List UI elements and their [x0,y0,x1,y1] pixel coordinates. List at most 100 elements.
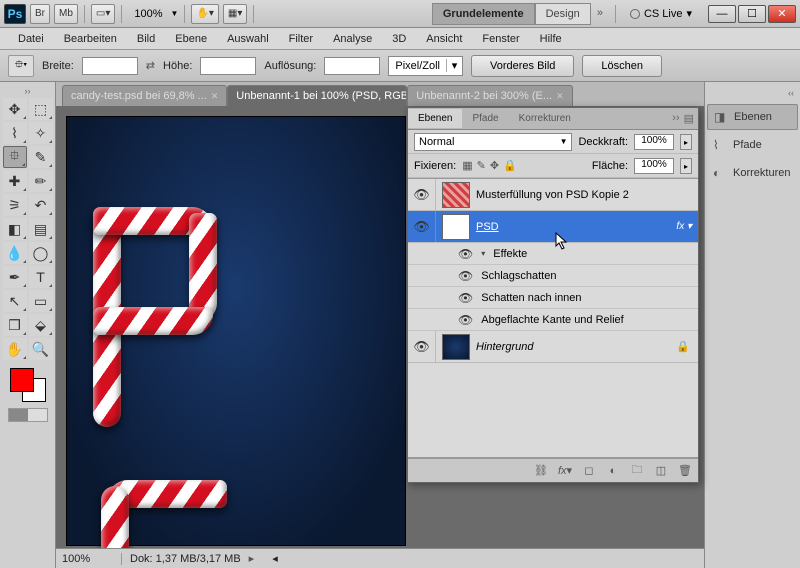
height-input[interactable] [200,57,256,75]
crop-tool-icon[interactable]: ⯐▾ [8,55,34,77]
resolution-unit-dropdown[interactable]: Pixel/Zoll▾ [388,56,463,76]
doc-tab-2[interactable]: Unbenannt-2 bei 300% (E...✕ [407,85,572,106]
new-layer-icon[interactable]: ◫ [652,464,670,477]
effect-row-0[interactable]: 👁Schlagschatten [408,265,698,287]
panel-menu-icon[interactable]: ▤ [684,112,694,125]
gradient-tool[interactable]: ▤ [29,218,53,240]
stamp-tool[interactable]: ⚞ [3,194,27,216]
menu-fenster[interactable]: Fenster [472,30,529,48]
close-icon[interactable]: ✕ [556,91,564,102]
minibridge-button[interactable]: Mb [54,4,78,24]
3d-tool[interactable]: ❒ [3,314,27,336]
history-brush-tool[interactable]: ↶ [29,194,53,216]
zoom-value[interactable]: 100% [128,8,168,20]
layer-row-psd[interactable]: 👁 T PSD fx ▾ [408,211,698,243]
opacity-flyout[interactable]: ▸ [680,134,692,150]
front-image-button[interactable]: Vorderes Bild [471,55,574,77]
dodge-tool[interactable]: ◯ [29,242,53,264]
menu-3d[interactable]: 3D [382,30,416,48]
menu-filter[interactable]: Filter [279,30,323,48]
window-close[interactable]: ✕ [768,5,796,23]
arrange-shortcut[interactable]: ▦▾ [223,4,247,24]
panel-shortcut-ebenen[interactable]: ◨Ebenen [707,104,798,130]
effect-row-1[interactable]: 👁Schatten nach innen [408,287,698,309]
menu-ebene[interactable]: Ebene [165,30,217,48]
cslive-button[interactable]: CS Live ▾ [622,3,700,24]
effects-header[interactable]: 👁▾Effekte [408,243,698,265]
heal-tool[interactable]: ✚ [3,170,27,192]
doc-tab-1[interactable]: Unbenannt-1 bei 100% (PSD, RGB/8) *✕ [227,85,407,106]
resolution-input[interactable] [324,57,380,75]
layer-row-background[interactable]: 👁 Hintergrund 🔒 [408,331,698,363]
hand-shortcut[interactable]: ✋▾ [191,4,218,24]
menu-datei[interactable]: Datei [8,30,54,48]
lock-all-icon[interactable]: 🔒 [503,159,517,172]
workspace-tab-design[interactable]: Design [535,3,591,25]
layer-mask-icon[interactable]: ◻ [580,464,598,477]
crop-tool[interactable]: ⯐ [3,146,27,168]
fill-input[interactable]: 100% [634,158,674,174]
menu-ansicht[interactable]: Ansicht [416,30,472,48]
adjustment-layer-icon[interactable]: ◐ [604,465,622,477]
fill-flyout[interactable]: ▸ [680,158,692,174]
lock-pixels-icon[interactable]: ✎ [477,159,486,172]
path-select-tool[interactable]: ↖ [3,290,27,312]
link-layers-icon[interactable]: ⛓ [532,464,550,477]
close-icon[interactable]: ✕ [211,91,219,102]
menu-hilfe[interactable]: Hilfe [530,30,572,48]
fx-badge[interactable]: fx ▾ [676,221,692,232]
blend-mode-dropdown[interactable]: Normal▼ [414,133,572,151]
wand-tool[interactable]: ✧ [29,122,53,144]
panel-collapse-icon[interactable]: ›› [672,112,679,125]
quickmask-toggle[interactable] [8,408,48,422]
lock-position-icon[interactable]: ✥ [490,159,499,172]
width-input[interactable] [82,57,138,75]
doc-tab-0[interactable]: candy-test.psd bei 69,8% ...✕ [62,85,227,106]
panel-shortcut-korrekturen[interactable]: ◐Korrekturen [707,160,798,186]
screen-mode-button[interactable]: ▭▾ [91,4,115,24]
layers-panel[interactable]: Ebenen Pfade Korrekturen ››▤ Normal▼ Dec… [407,107,699,483]
menu-bearbeiten[interactable]: Bearbeiten [54,30,127,48]
dock-collapse[interactable]: ‹‹ [707,88,798,102]
status-menu-arrow[interactable]: ▸ [249,552,255,565]
menu-auswahl[interactable]: Auswahl [217,30,279,48]
eraser-tool[interactable]: ◧ [3,218,27,240]
marquee-tool[interactable]: ⬚ [29,98,53,120]
workspace-tab-essentials[interactable]: Grundelemente [432,3,535,25]
layer-group-icon[interactable]: 🗀 [628,461,646,480]
layer-row-pattern[interactable]: 👁 Musterfüllung von PSD Kopie 2 [408,179,698,211]
eyedropper-tool[interactable]: ✎ [29,146,53,168]
foreground-color[interactable] [10,368,34,392]
shape-tool[interactable]: ▭ [29,290,53,312]
layer-thumb[interactable] [442,182,470,208]
panel-shortcut-pfade[interactable]: ⌇Pfade [707,132,798,158]
menu-bild[interactable]: Bild [127,30,165,48]
layer-fx-icon[interactable]: fx▾ [556,464,574,477]
canvas[interactable] [66,116,406,546]
3d-camera-tool[interactable]: ⬙ [29,314,53,336]
panel-tab-pfade[interactable]: Pfade [462,109,508,128]
hand-tool[interactable]: ✋ [3,338,27,360]
bridge-button[interactable]: Br [30,4,50,24]
toolbox-collapse[interactable]: ›› [19,86,37,96]
status-zoom[interactable]: 100% [62,553,122,565]
clear-button[interactable]: Löschen [582,55,662,77]
panel-tab-ebenen[interactable]: Ebenen [408,109,462,128]
workspace-more[interactable]: » [591,3,609,25]
type-tool[interactable]: T [29,266,53,288]
visibility-icon[interactable]: 👁 [408,179,436,210]
panel-tab-korrekturen[interactable]: Korrekturen [509,109,581,128]
opacity-input[interactable]: 100% [634,134,674,150]
color-swatches[interactable] [8,366,48,404]
brush-tool[interactable]: ✏ [29,170,53,192]
window-maximize[interactable]: ☐ [738,5,766,23]
move-tool[interactable]: ✥ [3,98,27,120]
blur-tool[interactable]: 💧 [3,242,27,264]
pen-tool[interactable]: ✒ [3,266,27,288]
effect-row-2[interactable]: 👁Abgeflachte Kante und Relief [408,309,698,331]
visibility-icon[interactable]: 👁 [408,211,436,242]
visibility-icon[interactable]: 👁 [408,331,436,362]
layer-thumb-text[interactable]: T [442,214,470,240]
layer-thumb[interactable] [442,334,470,360]
delete-layer-icon[interactable]: 🗑 [676,464,694,477]
